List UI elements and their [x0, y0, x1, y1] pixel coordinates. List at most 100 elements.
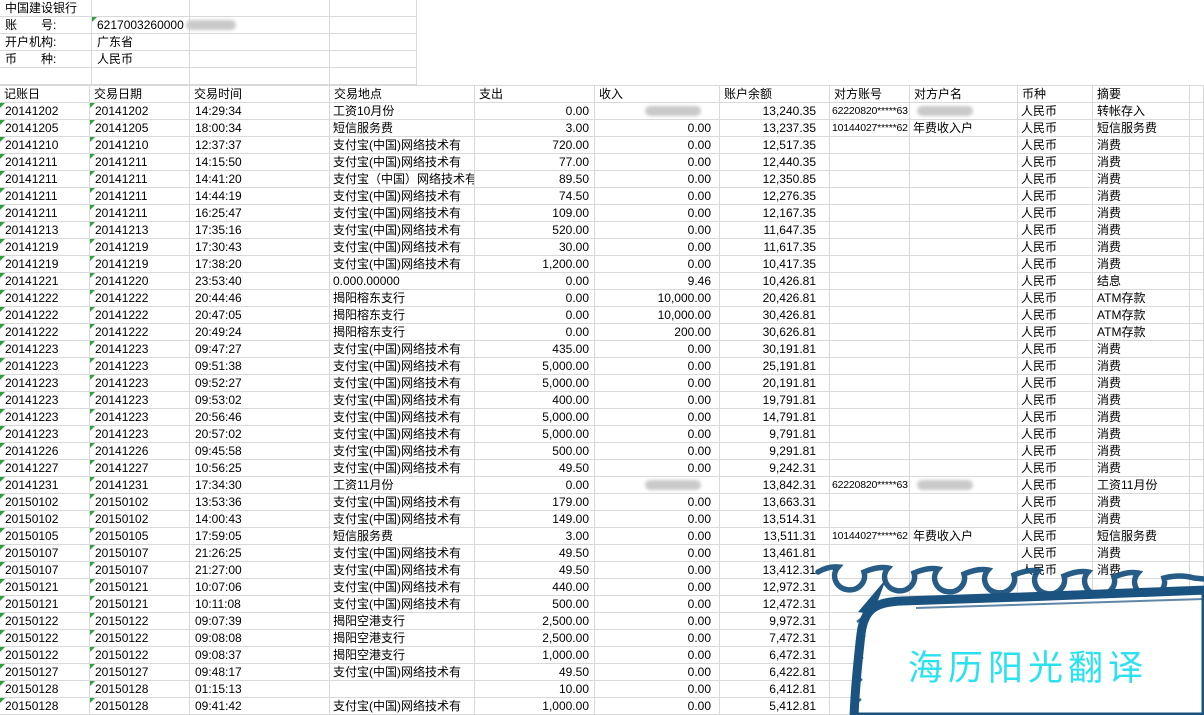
cell-transaction-time[interactable]: 17:30:43	[190, 239, 330, 256]
cell-income[interactable]	[595, 103, 720, 120]
cell-transaction-place[interactable]: 揭阳空港支行	[330, 647, 475, 664]
cell-counterparty-name[interactable]	[910, 494, 1018, 511]
cell-transaction-time[interactable]: 12:37:37	[190, 137, 330, 154]
cell-expense[interactable]: 179.00	[475, 494, 595, 511]
cell-blank[interactable]	[1190, 171, 1204, 188]
cell-summary[interactable]: 消费	[1093, 511, 1190, 528]
cell-counterparty-name[interactable]	[910, 137, 1018, 154]
cell-record-date[interactable]: 20150102	[0, 511, 90, 528]
cell-counterparty-name[interactable]	[910, 239, 1018, 256]
cell-transaction-place[interactable]: 支付宝(中国)网络技术有	[330, 579, 475, 596]
cell-transaction-place[interactable]: 支付宝(中国)网络技术有	[330, 358, 475, 375]
cell-transaction-place[interactable]: 支付宝(中国)网络技术有	[330, 188, 475, 205]
cell-transaction-time[interactable]: 14:41:20	[190, 171, 330, 188]
cell-expense[interactable]: 0.00	[475, 307, 595, 324]
cell-expense[interactable]: 435.00	[475, 341, 595, 358]
cell-counterparty-account[interactable]	[830, 205, 910, 222]
cell-counterparty-account[interactable]	[830, 460, 910, 477]
cell-expense[interactable]: 49.50	[475, 664, 595, 681]
cell-currency[interactable]: 人民币	[1018, 562, 1093, 579]
cell-transaction-time[interactable]: 13:53:36	[190, 494, 330, 511]
cell-expense[interactable]: 5,000.00	[475, 426, 595, 443]
cell-currency[interactable]: 人民币	[1018, 477, 1093, 494]
cell-transaction-place[interactable]: 支付宝（中国）网络技术有	[330, 171, 475, 188]
cell-counterparty-name[interactable]	[910, 256, 1018, 273]
cell-balance[interactable]: 13,511.31	[720, 528, 830, 545]
cell-transaction-time[interactable]: 09:08:08	[190, 630, 330, 647]
cell-transaction-place[interactable]: 支付宝(中国)网络技术有	[330, 409, 475, 426]
cell-blank[interactable]	[1190, 409, 1204, 426]
empty-cell[interactable]	[92, 68, 190, 85]
cell-income[interactable]: 0.00	[595, 545, 720, 562]
cell-transaction-date[interactable]: 20150128	[90, 698, 190, 715]
cell-counterparty-account[interactable]	[830, 647, 910, 664]
cell-transaction-time[interactable]: 10:07:06	[190, 579, 330, 596]
cell-currency[interactable]: 人民币	[1018, 171, 1093, 188]
cell-expense[interactable]: 0.00	[475, 477, 595, 494]
cell-currency[interactable]: 人民币	[1018, 273, 1093, 290]
cell-income[interactable]: 0.00	[595, 698, 720, 715]
cell-balance[interactable]: 6,472.31	[720, 647, 830, 664]
cell-income[interactable]: 0.00	[595, 579, 720, 596]
cell-counterparty-name[interactable]	[910, 307, 1018, 324]
account-number-value[interactable]: 6217003260000	[92, 17, 190, 34]
cell-balance[interactable]: 20,191.81	[720, 375, 830, 392]
cell-income[interactable]: 0.00	[595, 392, 720, 409]
header-income[interactable]: 收入	[595, 86, 720, 103]
cell-expense[interactable]: 49.50	[475, 562, 595, 579]
cell-currency[interactable]: 人民币	[1018, 256, 1093, 273]
cell-balance[interactable]: 13,237.35	[720, 120, 830, 137]
cell-expense[interactable]: 3.00	[475, 528, 595, 545]
cell-income[interactable]: 0.00	[595, 443, 720, 460]
cell-counterparty-name[interactable]	[910, 324, 1018, 341]
cell-blank[interactable]	[1190, 137, 1204, 154]
cell-expense[interactable]: 74.50	[475, 188, 595, 205]
cell-blank[interactable]	[1190, 239, 1204, 256]
cell-transaction-date[interactable]: 20141226	[90, 443, 190, 460]
cell-expense[interactable]: 149.00	[475, 511, 595, 528]
cell-expense[interactable]: 400.00	[475, 392, 595, 409]
cell-income[interactable]: 0.00	[595, 239, 720, 256]
cell-balance[interactable]: 30,191.81	[720, 341, 830, 358]
cell-record-date[interactable]: 20141222	[0, 290, 90, 307]
cell-income[interactable]: 0.00	[595, 460, 720, 477]
cell-summary[interactable]: 消费	[1093, 392, 1190, 409]
cell-transaction-time[interactable]: 09:51:38	[190, 358, 330, 375]
header-expense[interactable]: 支出	[475, 86, 595, 103]
cell-record-date[interactable]: 20141205	[0, 120, 90, 137]
cell-counterparty-name[interactable]	[910, 375, 1018, 392]
cell-counterparty-account[interactable]	[830, 494, 910, 511]
cell-currency[interactable]: 人民币	[1018, 358, 1093, 375]
cell-summary[interactable]	[1093, 596, 1190, 613]
cell-blank[interactable]	[1190, 477, 1204, 494]
cell-income[interactable]: 0.00	[595, 426, 720, 443]
cell-expense[interactable]: 1,200.00	[475, 256, 595, 273]
cell-transaction-time[interactable]: 14:29:34	[190, 103, 330, 120]
cell-counterparty-name[interactable]	[910, 341, 1018, 358]
cell-summary[interactable]: ATM存款	[1093, 290, 1190, 307]
cell-balance[interactable]: 30,626.81	[720, 324, 830, 341]
cell-counterparty-name[interactable]	[910, 273, 1018, 290]
cell-transaction-date[interactable]: 20141205	[90, 120, 190, 137]
cell-transaction-time[interactable]: 09:07:39	[190, 613, 330, 630]
cell-blank[interactable]	[1190, 120, 1204, 137]
cell-counterparty-account[interactable]	[830, 375, 910, 392]
cell-transaction-place[interactable]: 支付宝(中国)网络技术有	[330, 698, 475, 715]
cell-income[interactable]: 0.00	[595, 375, 720, 392]
cell-balance[interactable]: 25,191.81	[720, 358, 830, 375]
empty-cell[interactable]	[330, 68, 417, 85]
cell-currency[interactable]: 人民币	[1018, 426, 1093, 443]
empty-cell[interactable]	[190, 68, 330, 85]
cell-currency[interactable]: 人民币	[1018, 307, 1093, 324]
cell-balance[interactable]: 11,617.35	[720, 239, 830, 256]
cell-transaction-date[interactable]: 20141223	[90, 409, 190, 426]
cell-counterparty-account[interactable]: 10144027*****62	[830, 120, 910, 137]
cell-summary[interactable]: 消费	[1093, 188, 1190, 205]
cell-currency[interactable]: 人民币	[1018, 154, 1093, 171]
cell-counterparty-name[interactable]	[910, 103, 1018, 120]
cell-transaction-date[interactable]: 20141211	[90, 188, 190, 205]
cell-counterparty-account[interactable]: 62220820*****63	[830, 103, 910, 120]
cell-balance[interactable]: 11,647.35	[720, 222, 830, 239]
cell-blank[interactable]	[1190, 511, 1204, 528]
cell-income[interactable]: 0.00	[595, 341, 720, 358]
